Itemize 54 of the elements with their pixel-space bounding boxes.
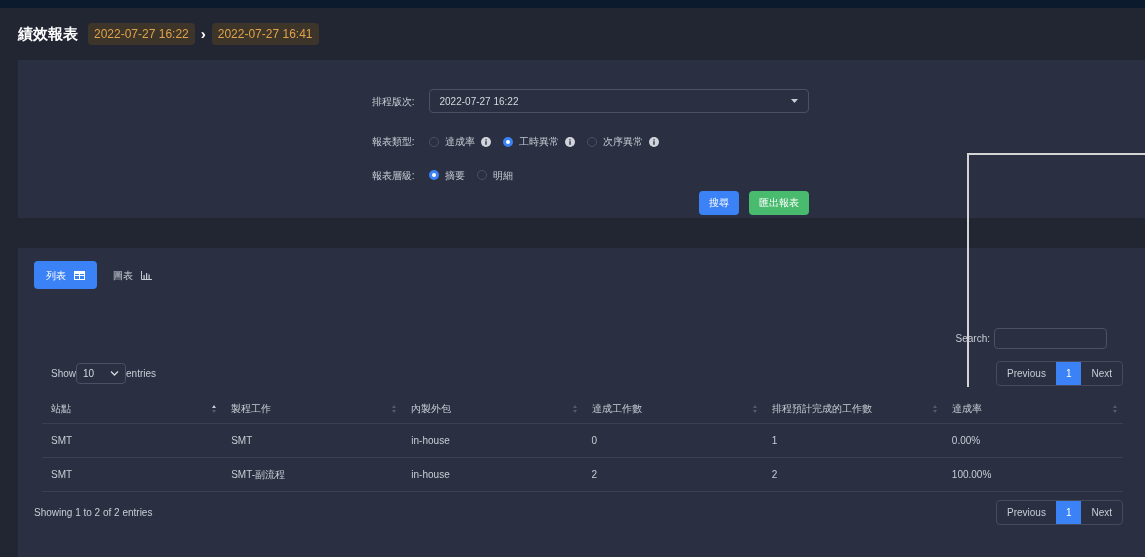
table-info: Showing 1 to 2 of 2 entries bbox=[34, 506, 153, 520]
table-cell-text: SMT bbox=[230, 434, 254, 448]
search-field[interactable] bbox=[994, 328, 1107, 349]
page-button[interactable]: 1 bbox=[1055, 362, 1082, 385]
start-time-badge: 2022-07-27 16:22 bbox=[88, 23, 195, 45]
column-header[interactable]: 達成率 bbox=[942, 401, 1123, 416]
schedule-select[interactable]: 2022-07-27 16:22 bbox=[428, 89, 809, 114]
previous-button[interactable]: Previous bbox=[996, 501, 1056, 524]
column-header[interactable]: 製程工作 bbox=[222, 401, 403, 416]
table-cell-text: 100.00% bbox=[950, 468, 993, 482]
dropdown-caret-icon bbox=[790, 99, 798, 104]
info-icon bbox=[480, 136, 491, 147]
field-label: 報表層級: bbox=[370, 168, 415, 183]
entries-label: entries bbox=[126, 367, 157, 381]
table-icon bbox=[74, 270, 85, 280]
column-header[interactable]: 站點 bbox=[42, 401, 223, 416]
info-icon bbox=[648, 136, 659, 147]
radio-button[interactable] bbox=[428, 170, 439, 181]
table-cell-text: SMT-副流程 bbox=[230, 468, 287, 482]
table-cell-text: SMT bbox=[50, 468, 74, 482]
previous-button[interactable]: Previous bbox=[996, 362, 1056, 385]
page-title: 績效報表 bbox=[18, 23, 78, 44]
field-label: 報表類型: bbox=[370, 135, 415, 150]
view-tab[interactable]: 列表 bbox=[34, 261, 97, 289]
bar-chart-icon bbox=[141, 270, 152, 280]
radio-label[interactable]: 工時異常 bbox=[518, 134, 559, 150]
table-cell-text: 0.00% bbox=[950, 434, 982, 448]
table-cell-text: 2 bbox=[770, 468, 779, 482]
column-header[interactable]: 達成工作數 bbox=[582, 401, 763, 416]
page-size-select[interactable]: 10 bbox=[76, 363, 126, 384]
page-button[interactable]: 1 bbox=[1055, 501, 1082, 524]
next-button[interactable]: Next bbox=[1081, 501, 1122, 524]
chevron-down-icon bbox=[110, 371, 119, 376]
info-icon bbox=[564, 136, 575, 147]
column-header[interactable]: 排程預計完成的工作數 bbox=[762, 401, 943, 416]
radio-label[interactable]: 摘要 bbox=[444, 167, 465, 183]
field-label: 排程版次: bbox=[370, 94, 415, 109]
radio-label[interactable]: 明細 bbox=[492, 167, 513, 183]
next-button[interactable]: Next bbox=[1081, 362, 1122, 385]
table-cell-text: 1 bbox=[770, 434, 779, 448]
radio-button[interactable] bbox=[502, 136, 513, 147]
table-cell-text: in-house bbox=[410, 468, 451, 482]
column-header[interactable]: 內製外包 bbox=[402, 401, 583, 416]
end-time-badge: 2022-07-27 16:41 bbox=[211, 23, 319, 45]
radio-label[interactable]: 次序異常 bbox=[602, 134, 643, 150]
view-tab[interactable]: 圖表 bbox=[109, 261, 156, 289]
radio-label[interactable]: 達成率 bbox=[444, 134, 475, 150]
show-label: Show bbox=[51, 367, 76, 381]
table-cell-text: SMT bbox=[50, 434, 74, 448]
table-cell-text: 2 bbox=[590, 468, 599, 482]
search-button[interactable]: 搜尋 bbox=[698, 190, 739, 215]
table-cell-text: in-house bbox=[410, 434, 451, 448]
table-cell-text: 0 bbox=[590, 434, 599, 448]
arrow-text: › bbox=[200, 23, 206, 44]
